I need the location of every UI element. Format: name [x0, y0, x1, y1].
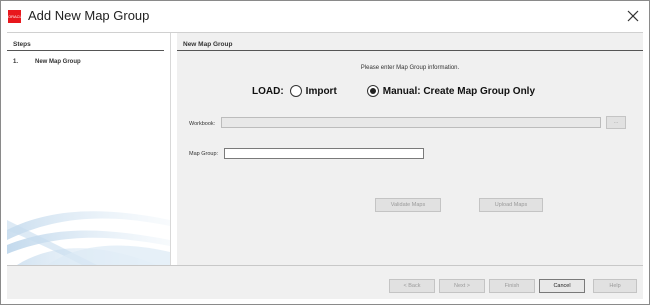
- load-option-group: LOAD: Import Manual: Create Map Group On…: [252, 85, 535, 97]
- finish-button[interactable]: Finish: [489, 279, 535, 293]
- manual-option-label: Manual: Create Map Group Only: [382, 85, 536, 97]
- steps-header: Steps: [7, 33, 164, 51]
- step-label: New Map Group: [35, 59, 81, 65]
- wizard-content: Steps 1. New Map Group New Map Group Ple…: [7, 32, 643, 265]
- import-option-label: Import: [305, 85, 337, 97]
- workbook-field[interactable]: [221, 117, 601, 128]
- cancel-button[interactable]: Cancel: [539, 279, 585, 293]
- step-item-new-map-group: 1. New Map Group: [13, 59, 81, 65]
- decorative-swoosh-graphic: [7, 211, 170, 265]
- manual-radio[interactable]: [366, 85, 379, 97]
- title-bar: ORACLE Add New Map Group: [1, 1, 649, 31]
- dialog-window: ORACLE Add New Map Group Steps 1. New Map…: [0, 0, 650, 305]
- wizard-footer: < Back Next > Finish Cancel Help: [7, 265, 643, 299]
- step-number: 1.: [13, 59, 19, 65]
- upload-maps-button[interactable]: Upload Maps: [479, 198, 543, 212]
- validate-maps-button[interactable]: Validate Maps: [375, 198, 441, 212]
- main-panel: New Map Group Please enter Map Group inf…: [177, 33, 643, 265]
- oracle-logo-icon: ORACLE: [8, 10, 24, 23]
- workbook-label: Workbook:: [189, 121, 216, 127]
- close-button[interactable]: [623, 6, 643, 26]
- window-title: Add New Map Group: [28, 8, 150, 23]
- browse-workbook-button[interactable]: ...: [606, 116, 626, 129]
- back-button[interactable]: < Back: [389, 279, 435, 293]
- manual-option[interactable]: Manual: Create Map Group Only: [366, 85, 536, 97]
- intro-text: Please enter Map Group information.: [360, 65, 460, 71]
- import-radio[interactable]: [289, 85, 302, 97]
- import-option[interactable]: Import: [289, 85, 337, 97]
- load-label: LOAD:: [252, 85, 284, 97]
- map-group-field[interactable]: [224, 148, 424, 159]
- close-icon: [627, 10, 639, 22]
- main-header: New Map Group: [177, 33, 643, 51]
- help-button[interactable]: Help: [593, 279, 637, 293]
- map-group-label: Map Group:: [189, 151, 219, 157]
- next-button[interactable]: Next >: [439, 279, 485, 293]
- steps-panel: Steps 1. New Map Group: [7, 33, 171, 265]
